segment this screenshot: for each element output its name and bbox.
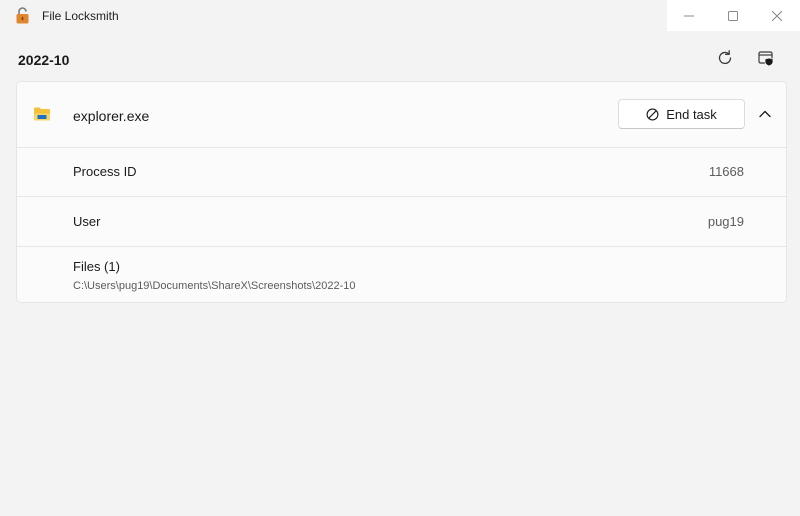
process-card: explorer.exe End task Process ID 11668 U… [16,81,787,303]
file-path: C:\Users\pug19\Documents\ShareX\Screensh… [73,280,356,292]
maximize-icon [728,10,738,21]
window-controls [667,0,800,31]
refresh-icon [718,50,732,65]
lock-icon [15,7,31,24]
minimize-button[interactable] [667,0,711,31]
title-bar: File Locksmith [0,0,800,32]
restart-as-admin-icon [758,51,774,67]
files-section: Files (1) C:\Users\pug19\Documents\Share… [17,247,786,302]
restart-as-admin-button[interactable] [752,44,780,72]
collapse-button[interactable] [755,104,775,124]
refresh-button[interactable] [711,44,739,72]
minimize-icon [684,15,694,16]
page-title: 2022-10 [18,52,70,68]
end-task-button[interactable]: End task [618,99,745,129]
end-task-label: End task [666,106,717,122]
process-id-row: Process ID 11668 [17,147,786,197]
user-label: User [73,214,101,229]
close-button[interactable] [755,0,799,31]
process-name: explorer.exe [73,108,150,124]
block-icon [646,108,659,120]
process-id-label: Process ID [73,164,137,179]
user-value: pug19 [707,214,744,229]
maximize-button[interactable] [711,0,755,31]
process-header[interactable]: explorer.exe End task [17,82,786,148]
process-id-value: 11668 [708,164,744,179]
folder-icon [34,107,50,121]
app-title: File Locksmith [42,9,119,23]
files-header: Files (1) [73,259,120,274]
user-row: User pug19 [17,197,786,247]
close-icon [772,10,782,21]
chevron-up-icon [759,110,771,118]
